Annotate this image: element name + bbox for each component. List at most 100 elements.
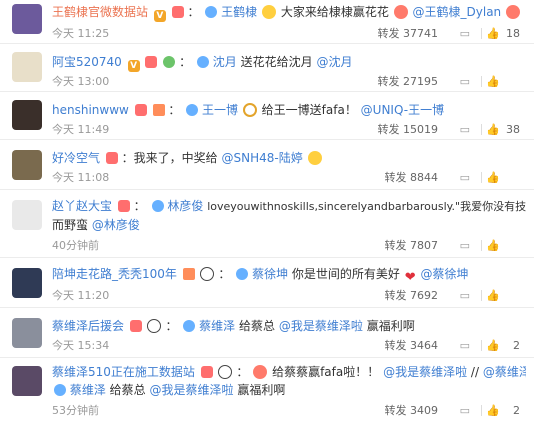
- vip-badge-icon: [171, 6, 184, 18]
- mention-link[interactable]: @王鹤棣_Dylan: [413, 5, 502, 19]
- topic-link[interactable]: 林彦俊: [167, 199, 203, 213]
- mention-link[interactable]: @UNIQ-王一博: [361, 103, 444, 117]
- like-count: 18: [506, 27, 520, 40]
- topic-link[interactable]: 蔡维泽: [199, 319, 235, 333]
- avatar[interactable]: [12, 4, 42, 34]
- divider: [481, 290, 482, 301]
- like-icon[interactable]: 👍: [486, 403, 500, 419]
- topic-icon: [183, 320, 196, 332]
- comment-item: 陪坤走花路_秃秃100年 ： 蔡徐坤 你是世间的所有美好 ❤ @蔡徐坤 今天 1…: [0, 258, 534, 308]
- like-icon[interactable]: 👍: [486, 122, 500, 138]
- forward-label: 转发: [384, 289, 407, 302]
- mention-link[interactable]: @我是蔡维泽啦: [150, 383, 234, 397]
- comment-icon[interactable]: ▭: [460, 26, 470, 42]
- mention-link[interactable]: @我是蔡维泽啦: [383, 365, 467, 379]
- like-count: 38: [506, 123, 520, 136]
- comment-time: 53分钟前: [52, 404, 99, 417]
- comment-author[interactable]: 阿宝520740: [52, 55, 122, 69]
- divider: [481, 405, 482, 416]
- comment-icon[interactable]: ▭: [460, 170, 470, 186]
- like-icon[interactable]: 👍: [486, 238, 500, 254]
- avatar[interactable]: [12, 200, 42, 230]
- avatar[interactable]: [12, 268, 42, 298]
- kiss-emoji-icon: [307, 151, 322, 165]
- mention-link[interactable]: @我是蔡维泽啦: [279, 319, 363, 333]
- forward-count: 3464: [410, 339, 438, 352]
- vip-badge-icon: [129, 320, 142, 332]
- topic-link[interactable]: 王一博: [202, 103, 238, 117]
- comment-time: 40分钟前: [52, 239, 99, 252]
- comment-icon[interactable]: ▭: [460, 122, 470, 138]
- forward-count: 15019: [403, 123, 438, 136]
- comment-icon[interactable]: ▭: [460, 403, 470, 419]
- forward-button[interactable]: 转发 7692: [385, 288, 439, 304]
- comment-icon[interactable]: ▭: [460, 288, 470, 304]
- like-icon[interactable]: 👍: [486, 288, 500, 304]
- forward-label: 转发: [377, 75, 400, 88]
- mention-link[interactable]: @SNH48-陆婷: [222, 151, 303, 165]
- comment-author[interactable]: 蔡维泽后援会: [52, 319, 124, 333]
- topic-icon: [205, 6, 218, 18]
- mention-link[interactable]: @沈月: [316, 55, 352, 69]
- mention-link[interactable]: @蔡徐坤: [420, 267, 468, 281]
- topic-link[interactable]: 蔡维泽: [70, 383, 106, 397]
- panda-emoji-icon: [217, 365, 232, 379]
- comment-author[interactable]: 赵丫赵大宝: [52, 199, 112, 213]
- topic-link[interactable]: 王鹤棣: [221, 5, 257, 19]
- comment-icon[interactable]: ▭: [460, 74, 470, 90]
- panda-emoji-icon: [199, 267, 214, 281]
- forward-count: 7692: [410, 289, 438, 302]
- comment-item: 王鹤棣官微数据站 V ： 王鹤棣 大家来给棣棣赢花花 @王鹤棣_Dylan 今天…: [0, 0, 534, 44]
- comment-author[interactable]: 好冷空气: [52, 151, 100, 165]
- divider: [481, 172, 482, 183]
- forward-button[interactable]: 转发 37741: [378, 26, 439, 42]
- comment-text: 送花花给沈月: [240, 55, 313, 69]
- flower-emoji-icon: [505, 5, 520, 19]
- colon-text: ：: [179, 55, 192, 69]
- topic-link[interactable]: 沈月: [213, 55, 237, 69]
- comment-author[interactable]: 王鹤棣官微数据站: [52, 5, 148, 19]
- comment-time: 今天 13:00: [52, 75, 110, 88]
- comment-icon[interactable]: ▭: [460, 238, 470, 254]
- forward-count: 7807: [410, 239, 438, 252]
- like-count: 2: [513, 404, 520, 417]
- forward-button[interactable]: 转发 27195: [378, 74, 439, 90]
- comment-text: 你是世间的所有美好: [291, 267, 400, 281]
- avatar[interactable]: [12, 150, 42, 180]
- forward-button[interactable]: 转发 7807: [385, 238, 439, 254]
- cheer-emoji-icon: [253, 365, 268, 379]
- comment-item: 好冷空气 ：我来了，中奖给 @SNH48-陆婷 今天 11:08 转发 8844…: [0, 140, 534, 190]
- comment-text: 给王一博送fafa！: [261, 103, 357, 117]
- comment-meta: 40分钟前 转发 7807 ▭ 👍: [52, 238, 526, 254]
- topic-icon: [186, 104, 199, 116]
- divider: [481, 340, 482, 351]
- forward-button[interactable]: 转发 3464: [385, 338, 439, 354]
- like-icon[interactable]: 👍: [486, 74, 500, 90]
- avatar[interactable]: [12, 318, 42, 348]
- forward-button[interactable]: 转发 3409: [385, 403, 439, 419]
- comment-author[interactable]: henshinwww: [52, 103, 129, 117]
- colon-text: ：: [236, 365, 249, 379]
- comment-text: 给蔡蔡赢fafa啦！！: [272, 365, 380, 379]
- colon-text: ：: [218, 267, 231, 281]
- vip-badge-icon: [117, 200, 130, 212]
- comment-author[interactable]: 陪坤走花路_秃秃100年: [52, 267, 177, 281]
- topic-link[interactable]: 蔡徐坤: [252, 267, 288, 281]
- like-icon[interactable]: 👍: [486, 26, 500, 42]
- mention-link[interactable]: @蔡维泽后援会: [483, 365, 526, 379]
- mention-link[interactable]: @林彦俊: [92, 218, 140, 232]
- topic-icon: [236, 268, 249, 280]
- comment-text: 给蔡总: [109, 383, 146, 397]
- comment-author[interactable]: 蔡维泽510正在施工数据站: [52, 365, 195, 379]
- avatar[interactable]: [12, 52, 42, 82]
- comment-icon[interactable]: ▭: [460, 338, 470, 354]
- avatar[interactable]: [12, 366, 42, 396]
- like-icon[interactable]: 👍: [486, 170, 500, 186]
- comment-item: 蔡维泽后援会 ： 蔡维泽 给蔡总 @我是蔡维泽啦 赢福利啊 今天 15:34 转…: [0, 308, 534, 358]
- glasses-emoji-icon: [242, 103, 257, 117]
- like-icon[interactable]: 👍: [486, 338, 500, 354]
- comment-text: ：我来了，中奖给: [121, 151, 218, 165]
- forward-button[interactable]: 转发 8844: [385, 170, 439, 186]
- forward-button[interactable]: 转发 15019: [378, 122, 439, 138]
- avatar[interactable]: [12, 100, 42, 130]
